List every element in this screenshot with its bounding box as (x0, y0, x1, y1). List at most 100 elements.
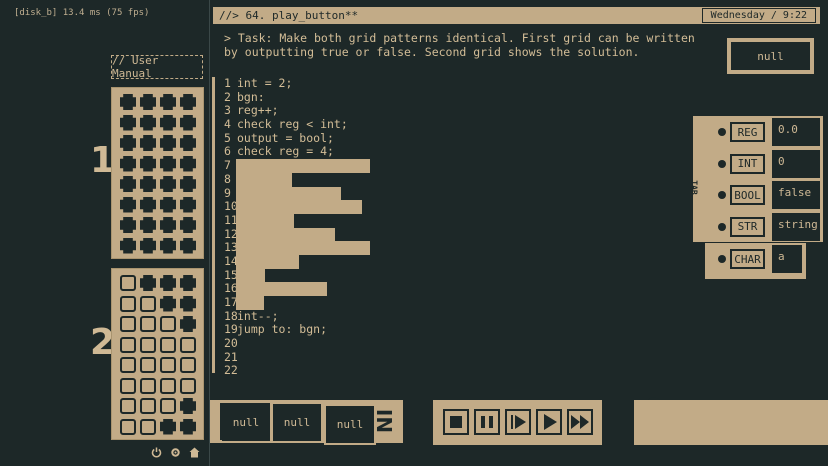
code-text: check reg < int; (237, 117, 348, 132)
line-number: 3 (224, 103, 231, 118)
code-line: 19jump to: bgn; (224, 323, 348, 337)
code-line: 4 check reg < int; (224, 117, 348, 132)
step-icon (511, 415, 526, 429)
play-button[interactable] (536, 409, 562, 435)
line-number: 2 (224, 89, 231, 104)
grid-cell (120, 237, 136, 254)
grid-cell (180, 398, 196, 414)
grid-cell (140, 418, 156, 435)
grid-cell (160, 316, 176, 332)
bool-register-dot (718, 191, 726, 199)
code-line: 6 check reg = 4; (224, 145, 348, 159)
code-line: 20 (224, 336, 348, 351)
fast-forward-button[interactable] (567, 409, 593, 435)
home-icon[interactable] (189, 447, 200, 458)
grid-cell (140, 295, 156, 312)
int-register-value: 0 (772, 149, 820, 178)
line-number: 4 (224, 117, 231, 132)
code-text: reg++; (237, 103, 279, 118)
code-line: 13 (224, 241, 370, 255)
code-line: 16 (224, 282, 348, 296)
int-register-dot (718, 159, 726, 168)
grid-fill-bar (236, 282, 327, 296)
line-number: 5 (224, 130, 231, 145)
grid-cell (160, 155, 176, 172)
code-line: 5 output = bool; (224, 130, 348, 146)
settings-icon[interactable] (170, 447, 181, 458)
grid-cell (180, 176, 196, 192)
code-line: 12 (224, 227, 348, 242)
bool-register-value: false (772, 181, 820, 209)
int-register-label: INT (730, 153, 765, 174)
grid-cell (120, 135, 136, 151)
grid-cell (160, 217, 176, 233)
grid-cell (120, 357, 136, 373)
grid-cell (140, 275, 156, 291)
char-register-value: a (772, 245, 802, 273)
grid-cell (140, 135, 156, 151)
input-slot[interactable]: null (222, 404, 270, 441)
code-line: 7 (224, 158, 370, 173)
code-line: 1 int = 2; (224, 76, 348, 91)
level-header-bar: //> 64. play_button** Wednesday / 9:22 (213, 7, 820, 24)
task-description: > Task: Make both grid patterns identica… (224, 31, 695, 59)
stop-button[interactable] (443, 409, 469, 435)
fast-forward-icon (571, 415, 589, 429)
input-slot[interactable]: null (273, 404, 321, 441)
output-panel (634, 400, 828, 445)
grid-cell (120, 114, 136, 131)
code-text: check reg = 4; (237, 144, 334, 159)
code-line: 11 (224, 213, 348, 228)
grid-fill-bar (236, 241, 370, 255)
grid-cell (120, 155, 136, 172)
left-divider (209, 0, 210, 466)
date-time: Wednesday / 9:22 (701, 8, 816, 23)
grid-fill-bar (236, 268, 265, 283)
grid-cell (140, 94, 156, 110)
input-slot[interactable]: null (324, 404, 376, 445)
grid-cell (120, 418, 136, 435)
grid-cell (180, 155, 196, 172)
reg-register-dot (718, 128, 726, 136)
code-editor[interactable]: 1 int = 2; 2 bgn: 3 reg++; 4 check reg < int; 5 o… (224, 76, 370, 378)
grid-cell (160, 357, 176, 373)
grid-cell (180, 94, 196, 110)
line-number: 1 (224, 76, 231, 90)
level-title: //> 64. play_button** (219, 9, 359, 22)
grid-cell (120, 196, 136, 213)
tab-label: TAB (689, 180, 699, 195)
grid-cell (180, 316, 196, 332)
line-number: 18 (224, 308, 238, 323)
grid-cell (140, 114, 156, 131)
grid-cell (140, 316, 156, 332)
code-line: 18int--; (224, 308, 348, 324)
grid-cell (140, 237, 156, 254)
grid-cell (140, 357, 156, 373)
grid-cell (120, 295, 136, 312)
grid-cell (120, 176, 136, 192)
power-icon[interactable] (151, 447, 162, 458)
grid-fill-bar (236, 172, 292, 187)
code-line: 10 (224, 199, 362, 214)
grid-cell (160, 114, 176, 131)
grid-cell (180, 196, 196, 213)
grid-cell (120, 275, 136, 291)
output-value: null (731, 42, 810, 70)
grid-cell (180, 336, 196, 353)
grid-cell (160, 275, 176, 291)
grid-cell (120, 398, 136, 414)
reg-register-value: 0.0 (772, 118, 820, 146)
code-line: 3 reg++; (224, 104, 348, 118)
grid-cell (160, 94, 176, 110)
line-number: 6 (224, 144, 231, 159)
grid-cell (120, 316, 136, 332)
grid-cell (180, 217, 196, 233)
grid-cell (140, 176, 156, 192)
user-manual-button[interactable]: // User Manual (111, 54, 203, 80)
code-line: 8 (224, 172, 348, 187)
grid-cell (180, 295, 196, 312)
pause-button[interactable] (474, 409, 500, 435)
step-button[interactable] (505, 409, 531, 435)
char-register-dot (718, 255, 726, 263)
playback-controls (433, 400, 602, 445)
